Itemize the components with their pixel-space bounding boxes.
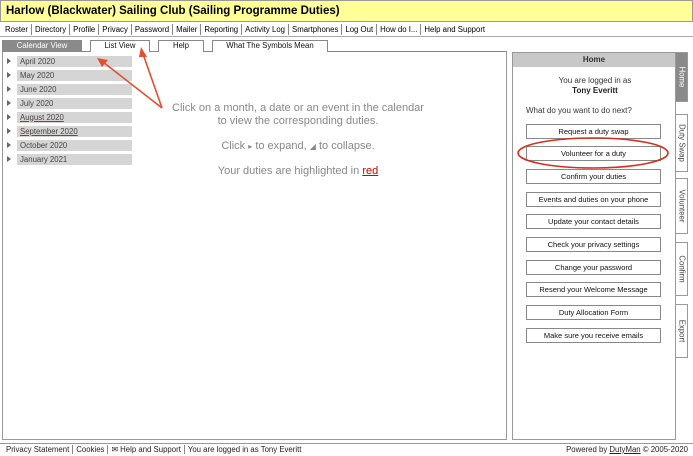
month-item[interactable]: July 2020: [7, 97, 132, 109]
menu-profile[interactable]: Profile: [70, 23, 100, 35]
expand-arrow-icon[interactable]: [7, 86, 11, 92]
tab-what-the-symbols-mean[interactable]: What The Symbols Mean: [212, 40, 328, 52]
month-label[interactable]: September 2020: [17, 125, 132, 137]
view-tabs: Calendar View List View Help What The Sy…: [2, 40, 507, 52]
footer-help-link[interactable]: ✉ Help and Support: [108, 445, 185, 454]
month-item[interactable]: September 2020: [7, 125, 132, 137]
side-tab-label: Duty Swap: [677, 124, 686, 162]
tab-calendar-view[interactable]: Calendar View: [2, 40, 82, 52]
confirm-duties-button[interactable]: Confirm your duties: [526, 169, 661, 184]
month-item[interactable]: May 2020: [7, 69, 132, 81]
volunteer-for-duty-button[interactable]: Volunteer for a duty: [526, 146, 661, 161]
expand-instruction: Click ▸ to expand, ◢ to collapse.: [163, 140, 433, 153]
main-menu: Roster Directory Profile Privacy Passwor…: [0, 22, 693, 37]
resend-welcome-button[interactable]: Resend your Welcome Message: [526, 282, 661, 297]
month-item[interactable]: October 2020: [7, 139, 132, 151]
month-label[interactable]: June 2020: [17, 83, 132, 95]
menu-activity-log[interactable]: Activity Log: [242, 23, 289, 35]
side-tab-label: Confirm: [677, 255, 686, 283]
menu-directory[interactable]: Directory: [32, 23, 71, 35]
side-tab-home[interactable]: Home: [676, 52, 688, 102]
receive-emails-button[interactable]: Make sure you receive emails: [526, 328, 661, 343]
menu-help-and-support[interactable]: Help and Support: [421, 24, 488, 35]
instruction-line: Click on a month, a date or an event in …: [172, 102, 424, 114]
month-item[interactable]: January 2021: [7, 153, 132, 165]
menu-roster[interactable]: Roster: [2, 23, 32, 35]
expand-arrow-icon[interactable]: [7, 114, 11, 120]
menu-password[interactable]: Password: [132, 23, 174, 35]
month-item[interactable]: April 2020: [7, 55, 132, 67]
month-label[interactable]: October 2020: [17, 139, 132, 151]
side-tabs: Home Duty Swap Volunteer Confirm Export: [676, 52, 688, 440]
menu-privacy[interactable]: Privacy: [99, 23, 132, 35]
expand-middle: to expand,: [255, 140, 307, 152]
home-panel: Home You are logged in as Tony Everitt W…: [512, 52, 676, 440]
side-tab-label: Export: [677, 319, 686, 343]
footer-privacy-link[interactable]: Privacy Statement: [3, 445, 74, 454]
copyright-text: © 2005-2020: [642, 445, 688, 454]
footer: Privacy Statement Cookies ✉ Help and Suppo…: [0, 443, 693, 456]
expand-arrow-icon[interactable]: [7, 142, 11, 148]
month-label[interactable]: April 2020: [17, 55, 132, 67]
month-item[interactable]: June 2020: [7, 83, 132, 95]
tab-help[interactable]: Help: [158, 40, 204, 52]
powered-by-label: Powered by: [566, 445, 608, 454]
instruction-line: to view the corresponding duties.: [217, 115, 379, 127]
home-panel-header: Home: [513, 53, 675, 67]
update-contact-details-button[interactable]: Update your contact details: [526, 214, 661, 229]
tab-list-view[interactable]: List View: [90, 40, 150, 52]
page-title: Harlow (Blackwater) Sailing Club (Sailin…: [0, 0, 693, 22]
side-tab-confirm[interactable]: Confirm: [676, 242, 688, 296]
footer-cookies-link[interactable]: Cookies: [73, 445, 109, 454]
change-password-button[interactable]: Change your password: [526, 260, 661, 275]
calendar-panel: April 2020 May 2020 June 2020 July 2020 …: [2, 52, 507, 440]
footer-powered-by: Powered by DutyMan © 2005-2020: [566, 444, 688, 456]
side-tab-label: Home: [677, 66, 686, 88]
expand-arrow-icon[interactable]: [7, 156, 11, 162]
highlight-instruction: Your duties are highlighted in red: [163, 165, 433, 178]
expand-suffix: to collapse.: [318, 140, 375, 152]
footer-help-label: Help and Support: [120, 445, 181, 454]
month-label[interactable]: August 2020: [17, 111, 132, 123]
month-label[interactable]: January 2021: [17, 153, 132, 165]
user-name: Tony Everitt: [572, 86, 618, 95]
envelope-icon: ✉: [111, 445, 118, 454]
dutyman-link[interactable]: DutyMan: [609, 445, 640, 454]
collapse-arrow-icon: ◢: [309, 142, 316, 151]
events-on-phone-button[interactable]: Events and duties on your phone: [526, 192, 661, 207]
expand-arrow-icon[interactable]: [7, 128, 11, 134]
menu-mailer[interactable]: Mailer: [173, 23, 202, 35]
expand-arrow-icon: ▸: [248, 142, 253, 151]
logged-in-text: You are logged in as: [558, 76, 632, 85]
duty-allocation-form-button[interactable]: Duty Allocation Form: [526, 305, 661, 320]
side-tab-export[interactable]: Export: [676, 304, 688, 358]
side-tab-label: Volunteer: [677, 189, 686, 223]
menu-how-do-i[interactable]: How do I...: [377, 23, 422, 35]
menu-reporting[interactable]: Reporting: [201, 23, 243, 35]
highlight-red-word: red: [362, 165, 379, 177]
menu-smartphones[interactable]: Smartphones: [289, 23, 343, 35]
expand-arrow-icon[interactable]: [7, 72, 11, 78]
footer-logged-in: You are logged in as Tony Everitt: [187, 445, 302, 454]
month-label[interactable]: May 2020: [17, 69, 132, 81]
expand-prefix: Click: [221, 140, 246, 152]
highlight-prefix: Your duties are highlighted in: [217, 165, 360, 177]
request-duty-swap-button[interactable]: Request a duty swap: [526, 124, 661, 139]
month-label[interactable]: July 2020: [17, 97, 132, 109]
month-item[interactable]: August 2020: [7, 111, 132, 123]
side-tab-volunteer[interactable]: Volunteer: [676, 178, 688, 234]
expand-arrow-icon[interactable]: [7, 58, 11, 64]
next-question: What do you want to do next?: [526, 106, 632, 115]
menu-log-out[interactable]: Log Out: [342, 23, 378, 35]
expand-arrow-icon[interactable]: [7, 100, 11, 106]
check-privacy-settings-button[interactable]: Check your privacy settings: [526, 237, 661, 252]
side-tab-duty-swap[interactable]: Duty Swap: [676, 114, 688, 172]
